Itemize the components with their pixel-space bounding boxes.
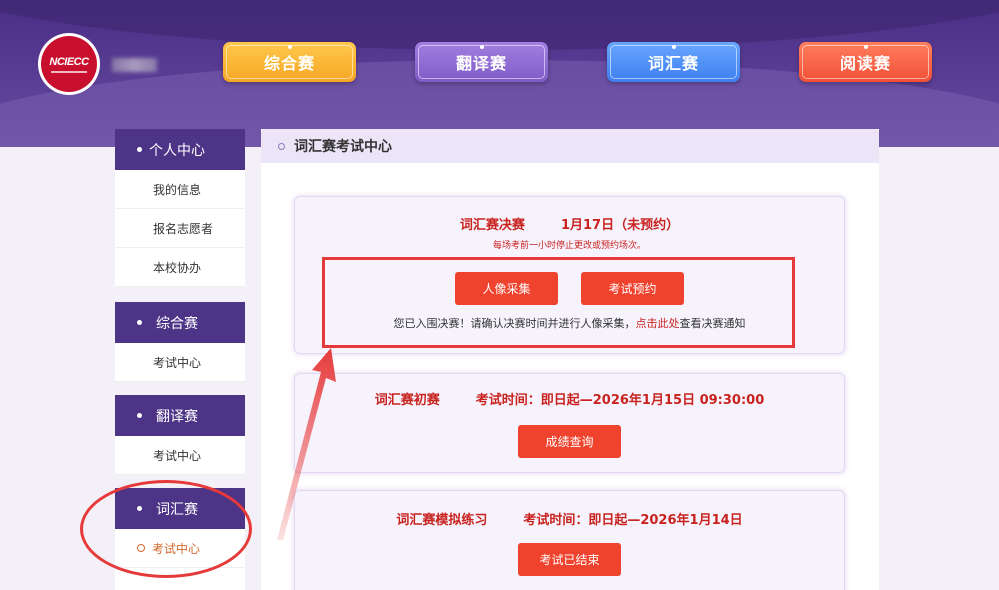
prelim-exam-name: 词汇赛初赛: [374, 393, 440, 408]
nav-dot-icon: [479, 45, 484, 49]
sidebar-item-my-info[interactable]: 我的信息: [115, 170, 245, 209]
annotation-highlight-ellipse: [80, 480, 252, 578]
top-header: NCIECC 综合赛 翻译赛 词汇赛 阅读赛: [0, 0, 999, 147]
bullet-icon: [137, 320, 142, 325]
mock-exam-name: 词汇赛模拟练习: [396, 513, 488, 528]
final-exam-title: 词汇赛决赛 1月17日（未预约）: [295, 214, 844, 233]
bullet-icon: [137, 413, 142, 418]
logo-text: NCIECC: [49, 55, 89, 68]
sidebar-item-label: 考试中心: [153, 355, 202, 370]
sidebar-item-label: 考试中心: [153, 448, 202, 463]
mock-exam-time: 考试时间：即日起—2026年1月14日: [523, 513, 743, 528]
nav-translation-button[interactable]: 翻译赛: [415, 42, 548, 82]
exam-ended-button[interactable]: 考试已结束: [518, 543, 621, 576]
prelim-exam-title: 词汇赛初赛 考试时间：即日起—2026年1月15日 09:30:00: [295, 389, 844, 408]
final-exam-name: 词汇赛决赛: [459, 218, 525, 233]
sidebar-section-comprehensive[interactable]: 综合赛: [115, 302, 245, 343]
nav-dot-icon: [863, 45, 868, 49]
sidebar-item-school-coorg[interactable]: 本校协办: [115, 248, 245, 287]
sidebar-item-comprehensive-exam-center[interactable]: 考试中心: [115, 343, 245, 382]
sidebar-item-label: 我的信息: [153, 182, 202, 197]
prelim-exam-card: 词汇赛初赛 考试时间：即日起—2026年1月15日 09:30:00 成绩查询: [294, 373, 845, 473]
nav-dot-icon: [671, 45, 676, 49]
sidebar-section-label: 综合赛: [156, 315, 198, 332]
nav-label: 阅读赛: [839, 54, 891, 73]
sidebar-section-label: 翻译赛: [156, 408, 198, 425]
sidebar-spacer: [115, 287, 245, 302]
mock-exam-title: 词汇赛模拟练习 考试时间：即日起—2026年1月14日: [295, 509, 844, 528]
sidebar-item-label: 本校协办: [153, 260, 202, 275]
username-blurred: [112, 58, 157, 72]
logo-badge: NCIECC: [41, 36, 97, 92]
nav-label: 词汇赛: [647, 54, 699, 73]
nav-vocabulary-button[interactable]: 词汇赛: [607, 42, 740, 82]
sidebar-spacer: [115, 382, 245, 395]
nav-comprehensive-button[interactable]: 综合赛: [223, 42, 356, 82]
bullet-icon: [137, 147, 142, 152]
final-exam-note: 每场考前一小时停止更改或预约场次。: [492, 241, 646, 251]
logo-underline: [51, 70, 87, 73]
sidebar-item-translation-exam-center[interactable]: 考试中心: [115, 436, 245, 475]
score-query-button[interactable]: 成绩查询: [518, 425, 621, 458]
annotation-highlight-box: [322, 257, 795, 348]
mock-exam-card: 词汇赛模拟练习 考试时间：即日起—2026年1月14日 考试已结束: [294, 490, 845, 590]
ring-icon: [278, 142, 285, 150]
nav-label: 翻译赛: [455, 54, 507, 73]
sidebar-section-label: 个人中心: [149, 142, 205, 159]
prelim-exam-time: 考试时间：即日起—2026年1月15日 09:30:00: [475, 393, 765, 408]
main-panel: 词汇赛考试中心 词汇赛决赛 1月17日（未预约） 每场考前一小时停止更改或预约场次…: [261, 129, 879, 590]
main-panel-header: 词汇赛考试中心: [261, 129, 879, 163]
final-exam-date: 1月17日（未预约）: [560, 218, 680, 233]
nav-dot-icon: [287, 45, 292, 49]
nav-reading-button[interactable]: 阅读赛: [799, 42, 932, 82]
sidebar-item-label: 报名志愿者: [153, 221, 214, 236]
sidebar-item-volunteer[interactable]: 报名志愿者: [115, 209, 245, 248]
sidebar-section-translation[interactable]: 翻译赛: [115, 395, 245, 436]
page-title: 词汇赛考试中心: [294, 139, 392, 155]
nav-label: 综合赛: [263, 54, 315, 73]
sidebar-section-personal[interactable]: 个人中心: [115, 129, 245, 170]
site-logo[interactable]: NCIECC: [38, 33, 100, 95]
